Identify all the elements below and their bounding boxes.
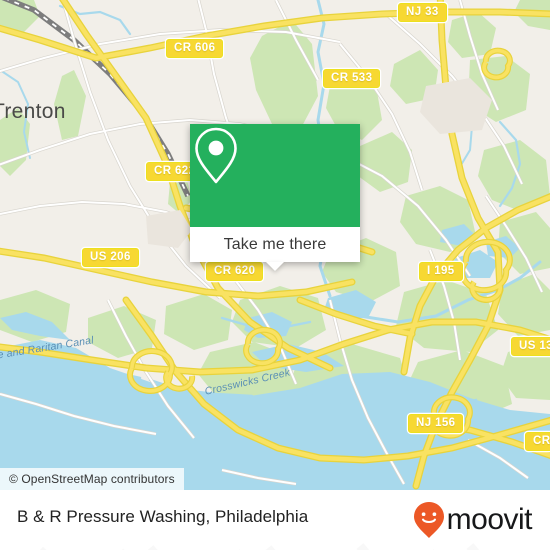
shield-cr-606[interactable]: CR 606	[166, 39, 224, 58]
popup-arrow	[266, 262, 284, 271]
map-canvas[interactable]: Trenton re and Raritan Canal Crosswicks …	[0, 0, 550, 490]
take-me-there-popup[interactable]: Take me there	[190, 124, 360, 271]
shield-cr-539[interactable]: CR 5	[525, 432, 550, 451]
shield-nj-156[interactable]: NJ 156	[408, 414, 464, 433]
popup-label: Take me there	[223, 235, 327, 253]
map-screenshot: Trenton re and Raritan Canal Crosswicks …	[0, 0, 550, 550]
shield-i-195[interactable]: I 195	[419, 262, 463, 281]
shield-nj-33[interactable]: NJ 33	[398, 3, 447, 22]
shield-cr-533[interactable]: CR 533	[323, 69, 381, 88]
shield-cr-620[interactable]: CR 620	[206, 262, 264, 281]
moovit-smiley-pin-icon	[413, 502, 444, 538]
attribution-text: © OpenStreetMap contributors	[9, 472, 175, 486]
footer-bar: B & R Pressure Washing, Philadelphia moo…	[0, 490, 550, 550]
map-pin-icon	[195, 127, 237, 184]
popup-footer[interactable]: Take me there	[190, 227, 360, 262]
shield-us-206[interactable]: US 206	[82, 248, 139, 267]
popup-header	[190, 124, 360, 227]
moovit-wordmark: moovit	[446, 503, 533, 536]
moovit-logo[interactable]: moovit	[413, 502, 533, 538]
place-title: B & R Pressure Washing, Philadelphia	[17, 507, 309, 526]
shield-us-130[interactable]: US 130	[511, 337, 550, 356]
attribution-bar[interactable]: © OpenStreetMap contributors	[0, 468, 184, 490]
